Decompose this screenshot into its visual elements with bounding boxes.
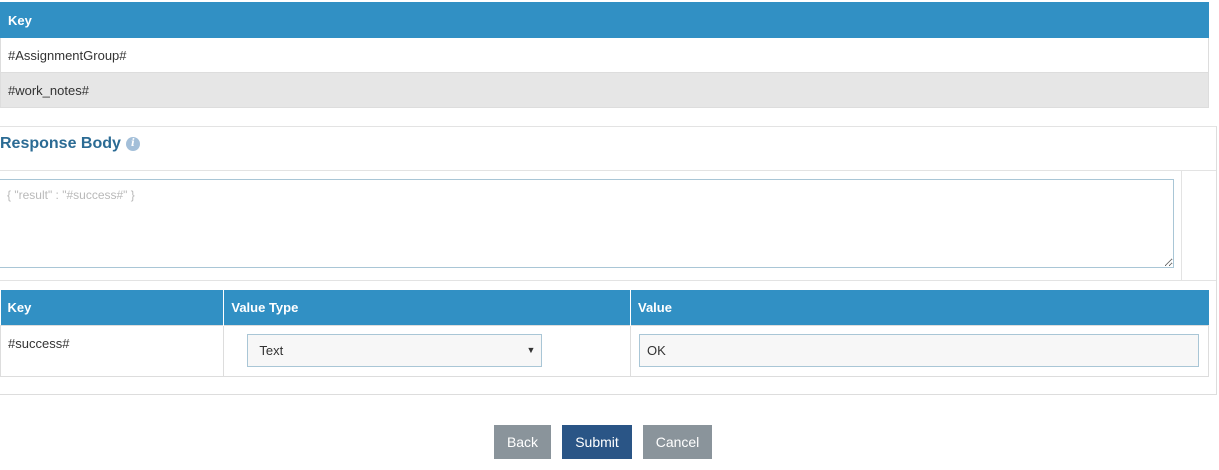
- value-type-select[interactable]: Text ▼: [247, 333, 543, 367]
- response-body-textarea[interactable]: [0, 179, 1174, 268]
- key-cell[interactable]: #work_notes#: [0, 72, 1209, 108]
- key-cell[interactable]: #AssignmentGroup#: [0, 37, 1209, 73]
- cancel-button[interactable]: Cancel: [643, 425, 712, 459]
- value-cell: [630, 324, 1209, 377]
- key-column-header: Key: [0, 2, 1209, 38]
- info-icon[interactable]: i: [125, 137, 140, 151]
- form-actions: Back Submit Cancel: [494, 425, 712, 459]
- table-row[interactable]: #work_notes#: [0, 72, 1209, 108]
- response-body-section: Response Body i Key Value Type Value #su…: [0, 126, 1217, 395]
- key-table: Key #AssignmentGroup# #work_notes#: [0, 2, 1209, 108]
- value-input[interactable]: [639, 333, 1199, 367]
- response-body-title-wrap: Response Body i: [0, 135, 140, 153]
- response-body-editor-wrap: [0, 171, 1182, 281]
- table-row: #success# Text ▼: [0, 324, 1209, 377]
- value-type-selected: Text: [259, 342, 284, 358]
- divider: [0, 280, 1216, 281]
- submit-button[interactable]: Submit: [562, 425, 632, 459]
- response-values-table: Key Value Type Value #success# Text ▼: [0, 290, 1209, 377]
- key-column-header: Key: [0, 290, 225, 325]
- value-column-header: Value: [630, 290, 1209, 325]
- key-cell: #success#: [0, 324, 225, 377]
- table-row[interactable]: #AssignmentGroup#: [0, 37, 1209, 73]
- value-type-column-header: Value Type: [223, 290, 631, 325]
- value-type-cell: Text ▼: [223, 324, 631, 377]
- chevron-down-icon: ▼: [526, 344, 536, 355]
- response-body-header: Response Body i: [0, 127, 1216, 171]
- response-body-title: Response Body: [0, 135, 121, 152]
- back-button[interactable]: Back: [494, 425, 551, 459]
